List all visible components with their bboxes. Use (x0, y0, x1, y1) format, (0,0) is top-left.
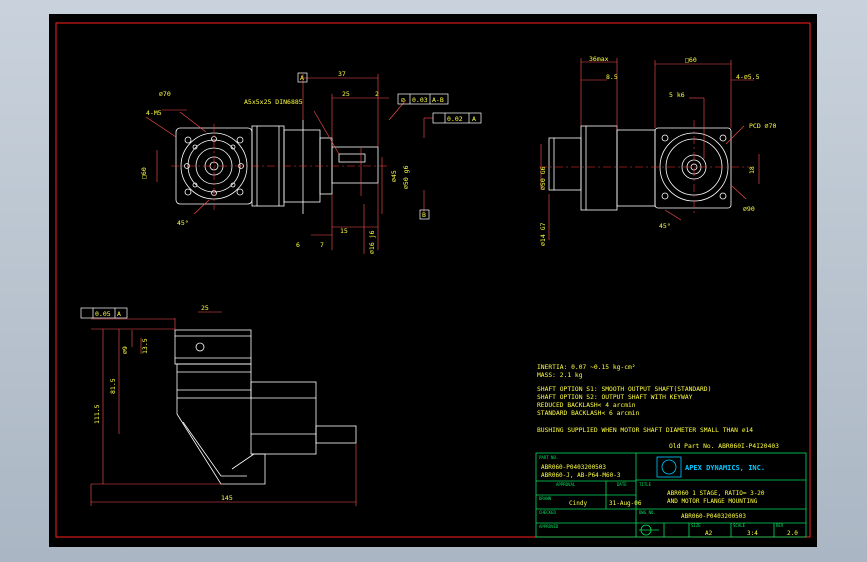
dim-45-front: 45° (177, 219, 189, 227)
lower-datum: A (117, 310, 121, 318)
dim-7: 7 (320, 241, 324, 249)
dim-815: 81.5 (109, 378, 117, 394)
dim-45-side: 45° (659, 222, 671, 230)
tb-drawn-label: DRAWN (539, 496, 552, 501)
lower-view (174, 329, 357, 485)
note-reduced-backlash: REDUCED BACKLASH< 4 arcmin (537, 402, 636, 409)
dim-2: 2 (375, 90, 379, 98)
dim-d14g7: ⌀14 G7 (539, 222, 547, 246)
tb-rev-label: REV (776, 523, 784, 528)
title-block-values: ABR060-P0403200503 ABR060-J, AB-P64-M60-… (541, 464, 798, 537)
tb-title-label: TITLE (639, 482, 652, 487)
note-mass: MASS: 2.1 kg (537, 372, 583, 379)
tb-rev: 2.0 (787, 530, 798, 537)
tb-drawn-date: 31-Aug-06 (609, 500, 642, 507)
dim-d16: ⌀16 j6 (368, 230, 376, 254)
dim-37: 37 (338, 70, 346, 78)
dim-1115: 111.5 (93, 404, 101, 424)
dim-18: 18 (748, 166, 756, 174)
dim-4d55: 4-⌀5.5 (736, 73, 760, 81)
tb-dwg-no: ABR060-P0403200503 (681, 513, 746, 520)
dim-d45: ⌀45 (390, 170, 398, 182)
drawing-canvas[interactable]: ⌀70 4-M5 A5x5x25 DIN6885 37 25 2 A ⌀ 0.0… (49, 14, 817, 547)
dim-d90: ⌀90 (743, 205, 755, 213)
dim-25-lower: 25 (201, 304, 209, 312)
cad-drawing: ⌀70 4-M5 A5x5x25 DIN6885 37 25 2 A ⌀ 0.0… (55, 22, 811, 538)
front-view-frames (297, 72, 482, 220)
tb-dwg-label: DWG NO. (639, 510, 656, 515)
company-logo-text: APEX DYNAMICS, INC. (685, 464, 765, 472)
dim-145: 145 (221, 494, 233, 502)
lower-tol: 0.05 (95, 310, 111, 318)
dim-sq60-side: □60 (685, 56, 697, 64)
note-shaft-s1: SHAFT OPTION S1: SMOOTH OUTPUT SHAFT(STA… (537, 386, 711, 393)
tb-drawn-by: Cindy (569, 500, 587, 507)
note-standard-backlash: STANDARD BACKLASH< 6 arcmin (537, 410, 640, 417)
tb-approval-label: APPROVAL (556, 482, 576, 487)
dim-d70: ⌀70 (159, 90, 171, 98)
dim-15: 15 (340, 227, 348, 235)
tb-date-label: DATE (617, 482, 627, 487)
dim-key: A5x5x25 DIN6885 (244, 98, 303, 106)
tb-title-1: ABR060 1 STAGE, RATIO= 3-20 (667, 490, 765, 497)
dim-pcd70: PCD ⌀70 (749, 122, 776, 130)
datum-b: B (422, 211, 426, 219)
dim-d50g6: ⌀50 G6 (539, 166, 547, 190)
geo-tol-1: 0.03 (412, 96, 428, 104)
side-view-centerlines (539, 120, 749, 214)
tb-size-label: SIZE (691, 523, 701, 528)
dim-5k6: 5 k6 (669, 91, 685, 99)
note-bushing: BUSHING SUPPLIED WHEN MOTOR SHAFT DIAMET… (537, 427, 753, 434)
geo-ref-1: A-B (432, 96, 444, 104)
tb-title-2: AND MOTOR FLANGE MOUNTING (667, 498, 758, 505)
dim-d9: ⌀9 (121, 346, 129, 354)
lower-view-labels: 0.05 A 25 13.5 ⌀9 81.5 111.5 145 (93, 304, 233, 502)
tb-approved-label: APPROVED (539, 524, 559, 529)
tb-part-no-2: ABR060-J, AB-P64-M60-3 (541, 472, 621, 479)
note-shaft-s2: SHAFT OPTION S2: OUTPUT SHAFT WITH KEYWA… (537, 394, 693, 401)
tb-part-label: PART NO. (539, 455, 558, 460)
note-inertia: INERTIA: 0.07 ~0.15 kg-cm² (537, 364, 636, 371)
dim-4m5: 4-M5 (146, 109, 162, 117)
old-part-no: Old Part No. ABR060I-P4I20403 (669, 443, 779, 450)
dim-85: 8.5 (606, 73, 618, 81)
tb-size: A2 (705, 530, 713, 537)
dim-36max: 36max (589, 55, 609, 63)
dim-135: 13.5 (141, 338, 149, 354)
side-view-dimensions (540, 58, 760, 240)
dim-25: 25 (342, 90, 350, 98)
geo-ref-2: A (472, 115, 476, 123)
geo-symbol: ⌀ (401, 96, 405, 104)
dim-6: 6 (296, 241, 300, 249)
front-view (175, 120, 379, 214)
geo-tol-2: 0.02 (447, 115, 463, 123)
tb-scale-label: SCALE (733, 523, 746, 528)
dim-d50: ⌀50 g6 (402, 165, 410, 189)
datum-a-front: A (300, 74, 304, 82)
side-view-labels: 36max 8.5 □60 4-⌀5.5 5 k6 PCD ⌀70 ⌀50 G6… (539, 55, 776, 246)
tb-checked-label: CHECKED (539, 510, 556, 515)
front-view-labels: ⌀70 4-M5 A5x5x25 DIN6885 37 25 2 A ⌀ 0.0… (140, 70, 476, 254)
tb-scale: 3:4 (747, 530, 758, 537)
tb-part-no-1: ABR060-P0403200503 (541, 464, 606, 471)
dim-sq60-front: □60 (140, 167, 148, 179)
notes: INERTIA: 0.07 ~0.15 kg-cm² MASS: 2.1 kg … (537, 364, 779, 450)
